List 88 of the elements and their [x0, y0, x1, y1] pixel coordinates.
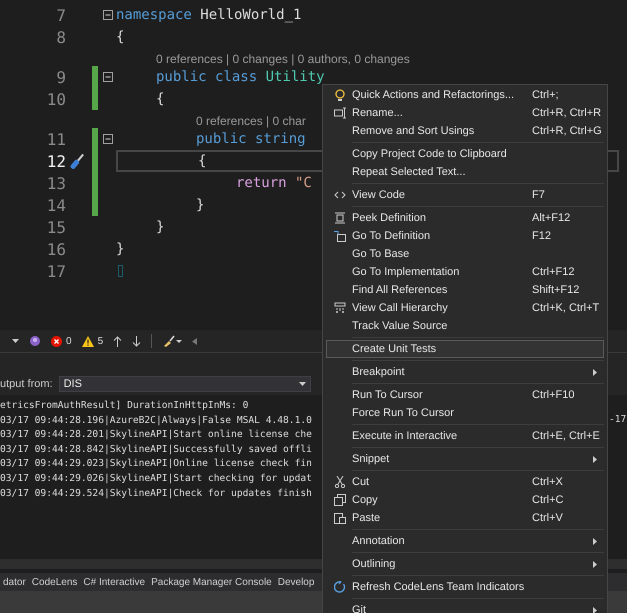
- output-source-label: utput from:: [0, 378, 53, 390]
- menu-item[interactable]: Go To Implementation Ctrl+F12: [326, 263, 604, 281]
- menu-item[interactable]: Outlining: [326, 555, 604, 573]
- line-number: 7: [55, 6, 66, 24]
- warning-count: 5: [98, 336, 104, 346]
- code-line: {: [116, 29, 124, 45]
- menu-item[interactable]: Breakpoint: [326, 363, 604, 381]
- menu-item[interactable]: Annotation: [326, 532, 604, 550]
- menu-item[interactable]: Refresh CodeLens Team Indicators: [326, 578, 604, 596]
- line-number: 8: [55, 28, 66, 46]
- menu-item[interactable]: Track Value Source: [326, 317, 604, 335]
- error-icon[interactable]: [51, 336, 62, 346]
- clipboard-icon: [334, 512, 346, 524]
- menu-item[interactable]: Go To Definition F12: [326, 227, 604, 245]
- collapse-icon[interactable]: [103, 134, 113, 144]
- lightbulb-icon: [334, 89, 346, 101]
- code-line: }: [155, 219, 164, 235]
- line-number: 15: [46, 218, 66, 236]
- code-line: {: [197, 153, 206, 169]
- output-line: 03/17 09:44:28.842|SkylineAPI|Successfully saved offli: [0, 442, 312, 457]
- panel-tab[interactable]: CodeLens: [32, 576, 78, 588]
- end-of-file-marker: [118, 265, 123, 277]
- menu-item[interactable]: Snippet: [326, 450, 604, 468]
- menu-item[interactable]: Quick Actions and Refactorings... Ctrl+;: [326, 86, 604, 104]
- menu-item[interactable]: Create Unit Tests: [326, 340, 604, 358]
- code-line: }: [195, 197, 204, 213]
- error-count: 0: [66, 336, 72, 346]
- codelens-text[interactable]: 0 references | 0 char: [116, 114, 306, 128]
- menu-item[interactable]: Find All References Shift+F12: [326, 281, 604, 299]
- panel-tab[interactable]: dator: [3, 576, 26, 588]
- panel-tab[interactable]: C# Interactive: [83, 576, 146, 588]
- line-number: 17: [46, 262, 66, 280]
- refresh-icon: [334, 581, 346, 593]
- line-number: 14: [46, 196, 66, 214]
- menu-item[interactable]: Peek Definition Alt+F12: [326, 209, 604, 227]
- code-line: }: [116, 241, 124, 257]
- rename-icon: [334, 107, 346, 119]
- code-line: namespace HelloWorld_1: [116, 7, 302, 23]
- menu-item[interactable]: Git: [326, 601, 604, 613]
- copy-icon: [334, 494, 346, 506]
- caret-icon[interactable]: [298, 382, 306, 386]
- menu-item[interactable]: Rename... Ctrl+R, Ctrl+R: [326, 104, 604, 122]
- panel-tab[interactable]: Develop: [278, 576, 314, 588]
- menu-item[interactable]: View Code F7: [326, 186, 604, 204]
- go-to-icon: [334, 230, 346, 242]
- scroll-left-icon[interactable]: [192, 338, 198, 344]
- menu-item[interactable]: View Call Hierarchy Ctrl+K, Ctrl+T: [326, 299, 604, 317]
- menu-item[interactable]: Run To Cursor Ctrl+F10: [326, 386, 604, 404]
- peek-icon: [334, 212, 346, 224]
- scissors-icon: [334, 476, 346, 488]
- menu-item[interactable]: Copy Ctrl+C: [326, 491, 604, 509]
- menu-item[interactable]: Go To Base: [326, 245, 604, 263]
- code-line: public class Utility: [155, 69, 325, 85]
- line-number: 12: [46, 152, 66, 170]
- caret-icon[interactable]: [12, 338, 19, 344]
- output-line: 03/17 09:44:29.023|SkylineAPI|Online license check fin: [0, 457, 312, 472]
- codelens-text[interactable]: 0 references | 0 changes | 0 authors, 0 changes: [116, 52, 410, 66]
- menu-item[interactable]: Execute in Interactive Ctrl+E, Ctrl+E: [326, 427, 604, 445]
- output-line: 03/17 09:44:29.524|SkylineAPI|Check for updates finish: [0, 486, 312, 501]
- hierarchy-icon: [334, 302, 346, 314]
- menu-item[interactable]: Force Run To Cursor: [326, 404, 604, 422]
- line-number: 11: [46, 130, 66, 148]
- output-line: 03/17 09:44:28.201|SkylineAPI|Start online license che: [0, 428, 312, 442]
- collapse-icon[interactable]: [103, 10, 113, 20]
- line-number: 10: [46, 90, 66, 108]
- output-line: 03/17 09:44:28.196|AzureB2C|Always|False MSAL 4.48.1.0: [0, 414, 312, 428]
- output-line: etricsFromAuthResult] DurationInHttpInMs: 0: [0, 399, 248, 413]
- broom-icon[interactable]: [162, 335, 182, 347]
- code-line: {: [155, 91, 164, 107]
- output-text: -17: [609, 414, 626, 425]
- up-arrow-icon[interactable]: [113, 336, 122, 346]
- line-number: 13: [46, 174, 66, 192]
- collapse-icon[interactable]: [103, 72, 113, 82]
- code-icon: [334, 189, 346, 201]
- code-line: public string: [195, 131, 306, 147]
- output-line: 03/17 09:44:29.026|SkylineAPI|Start checking for updat: [0, 472, 312, 486]
- line-number: 9: [55, 68, 66, 86]
- menu-item[interactable]: Cut Ctrl+X: [326, 473, 604, 491]
- code-line: return "C: [235, 175, 312, 191]
- menu-item[interactable]: Copy Project Code to Clipboard: [326, 145, 604, 163]
- panel-tab[interactable]: Package Manager Console: [151, 576, 272, 588]
- menu-item[interactable]: Remove and Sort Usings Ctrl+R, Ctrl+G: [326, 122, 604, 140]
- menu-item[interactable]: Repeat Selected Text...: [326, 163, 604, 181]
- warning-icon[interactable]: [82, 336, 94, 346]
- line-number: 16: [46, 240, 66, 258]
- output-source-dropdown[interactable]: DIS: [58, 376, 311, 392]
- down-arrow-icon[interactable]: [132, 336, 142, 346]
- menu-item[interactable]: Paste Ctrl+V: [326, 509, 604, 527]
